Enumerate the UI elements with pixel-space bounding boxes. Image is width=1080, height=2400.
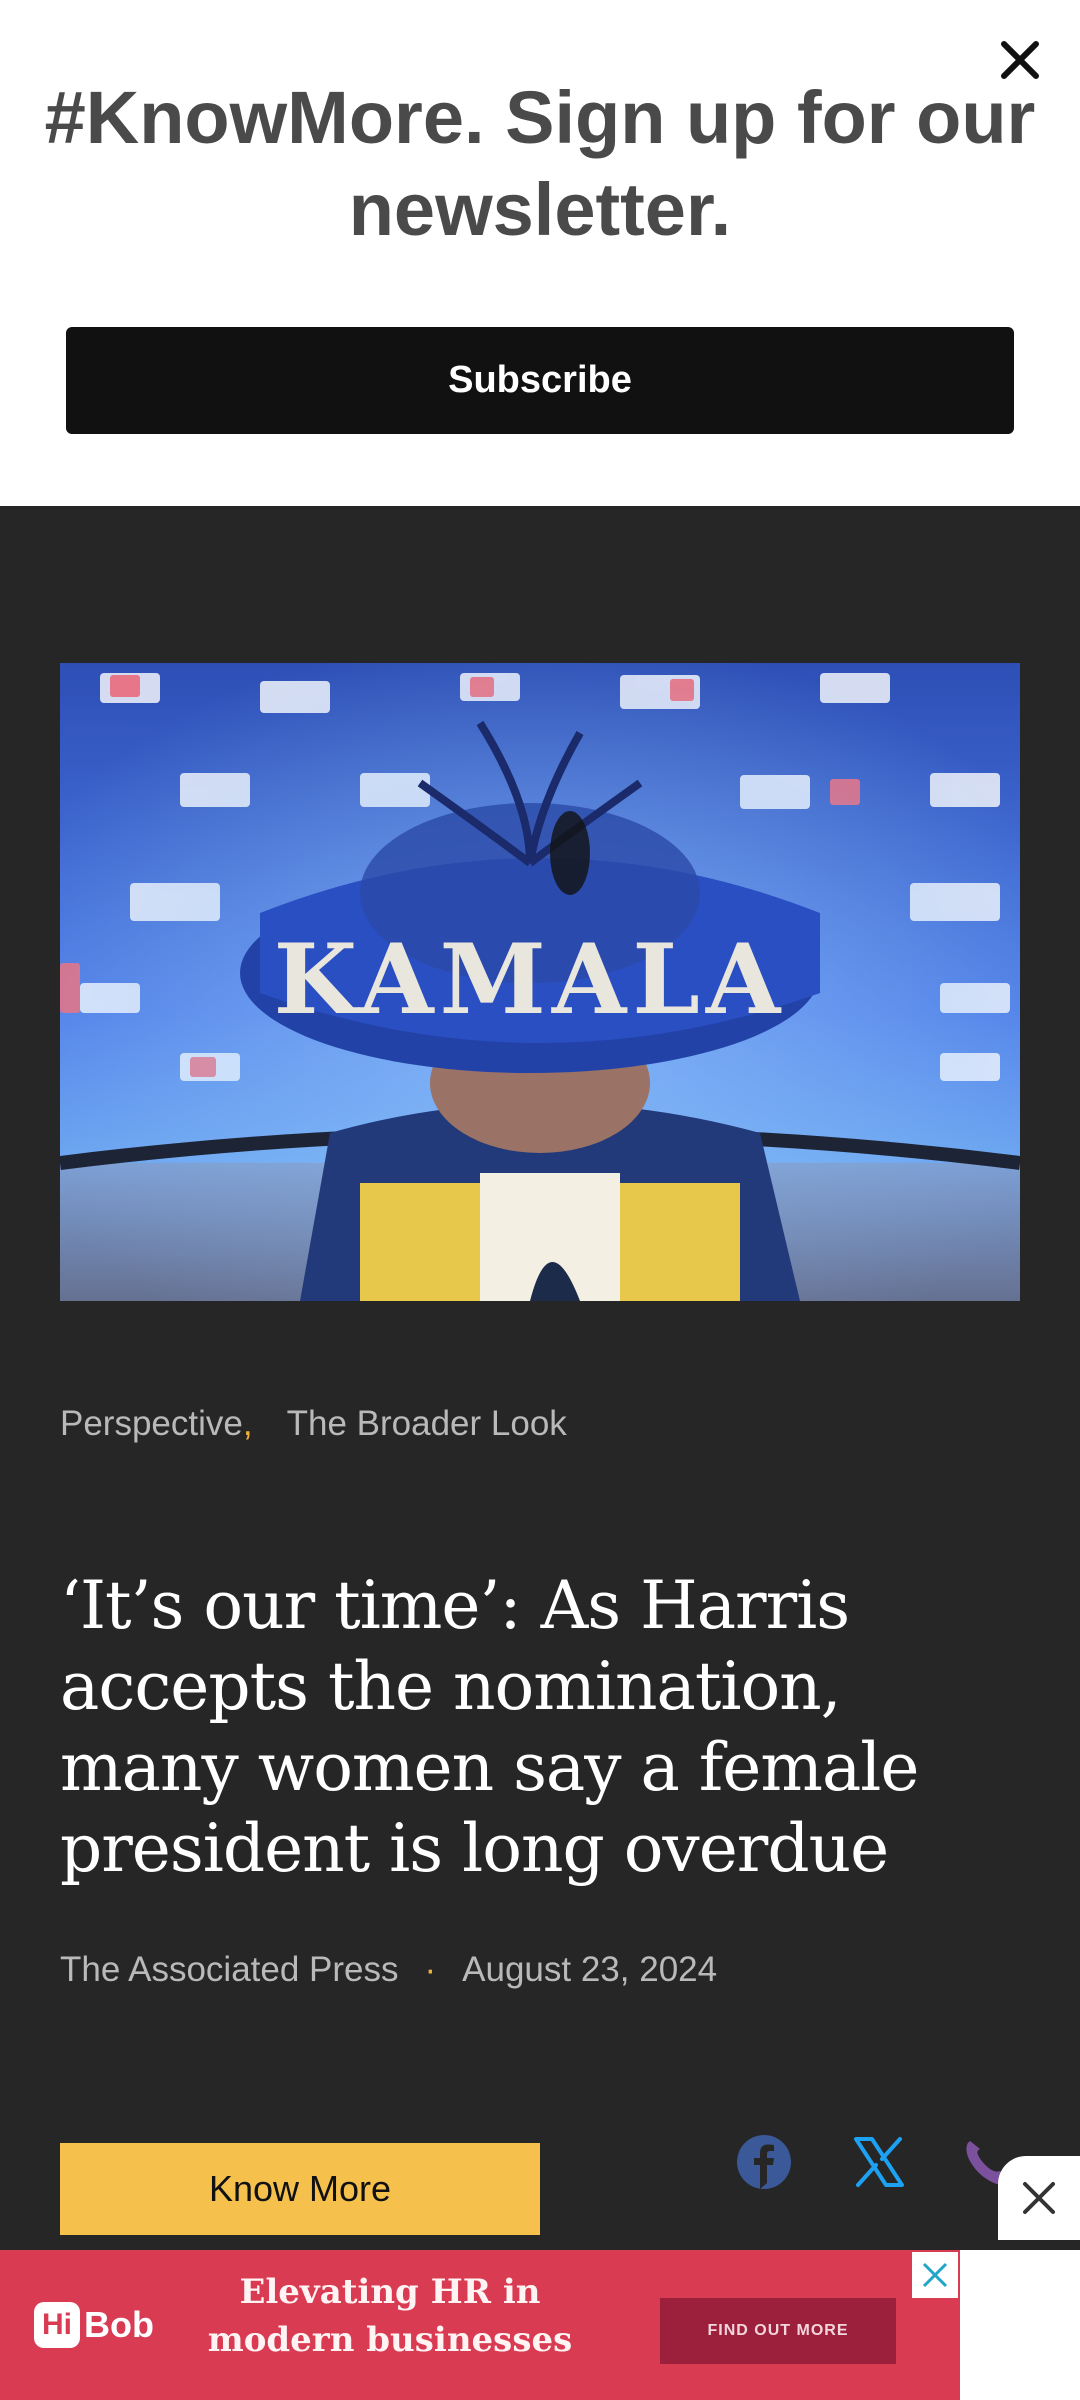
hat-text: KAMALA — [274, 923, 787, 1036]
x-share-button[interactable] — [850, 2133, 908, 2191]
facebook-share-button[interactable] — [735, 2133, 793, 2191]
ad-logo-text: Bob — [84, 2304, 154, 2345]
know-more-button[interactable]: Know More — [60, 2143, 540, 2235]
publish-date: August 23, 2024 — [462, 1950, 718, 1989]
article-headline: ‘It’s our time’: As Harris accepts the n… — [60, 1567, 919, 1887]
byline-separator: · — [424, 1950, 437, 1989]
facebook-icon — [737, 2135, 791, 2189]
hero-image[interactable]: KAMALA — [60, 663, 1020, 1301]
tag-perspective[interactable]: Perspective — [60, 1404, 243, 1443]
floating-close-button[interactable] — [998, 2156, 1080, 2240]
ad-headline: Elevating HR in modern businesses — [207, 2272, 573, 2360]
ad-brand-logo: Hi Bob — [34, 2298, 154, 2352]
ad-logo-mark: Hi — [34, 2302, 80, 2348]
newsletter-banner: #KnowMore. Sign up for our newsletter. S… — [0, 0, 1080, 506]
x-icon — [854, 2137, 904, 2187]
ad-cta-button[interactable]: FIND OUT MORE — [660, 2298, 896, 2364]
obscured-element-edge — [300, 506, 480, 512]
ad-close-button[interactable] — [912, 2252, 958, 2298]
tag-broader-look[interactable]: The Broader Look — [287, 1404, 567, 1443]
tag-separator: , — [242, 1404, 253, 1443]
subscribe-button[interactable]: Subscribe — [66, 327, 1014, 434]
close-icon — [922, 2262, 948, 2288]
byline: The Associated Press · August 23, 2024 — [60, 1950, 717, 1990]
newsletter-title: #KnowMore. Sign up for our newsletter. — [44, 76, 1036, 251]
advertisement-banner[interactable]: Hi Bob Elevating HR in modern businesses… — [0, 2250, 960, 2400]
close-icon — [1023, 2182, 1055, 2214]
hero-photo: KAMALA — [60, 663, 1020, 1301]
ad-side-area — [960, 2250, 1080, 2400]
article-tags: Perspective, The Broader Look — [60, 1404, 567, 1444]
author[interactable]: The Associated Press — [60, 1950, 399, 1989]
